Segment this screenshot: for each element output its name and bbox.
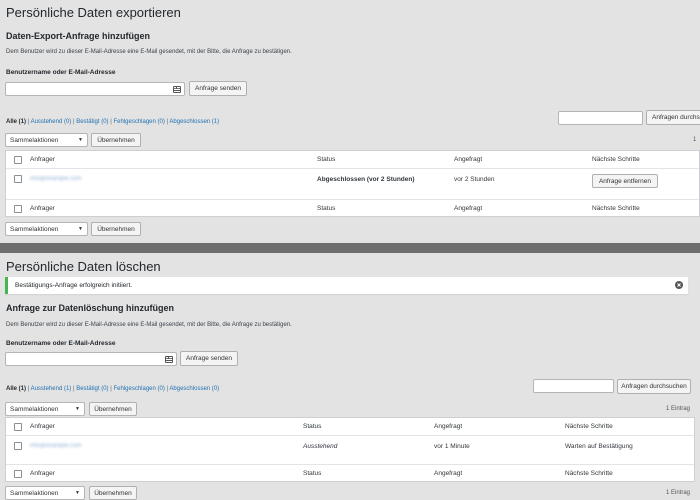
column-requester[interactable]: Anfrager [30,423,55,430]
requested-value: vor 2 Stunden [454,176,495,183]
filter-confirmed[interactable]: Bestätigt (0) [76,386,108,392]
filter-failed[interactable]: Fehlgeschlagen (0) [113,119,164,125]
next-steps-value: Warten auf Bestätigung [565,443,633,450]
requests-table: Anfrager Status Angefragt Nächste Schrit… [5,417,695,482]
contact-picker-icon[interactable] [173,86,181,93]
status-value: Ausstehend [303,443,338,450]
page-title: Persönliche Daten exportieren [6,5,181,20]
filter-pending[interactable]: Ausstehend (1) [31,386,72,392]
column-status: Status [317,156,336,163]
column-requester[interactable]: Anfrager [30,156,55,163]
search-requests-button[interactable]: Anfragen durchsuchen [617,379,691,394]
column-status: Status [303,423,322,430]
select-all-checkbox-footer[interactable] [14,205,22,213]
screenshot-divider [0,243,700,253]
bulk-actions-select-bottom[interactable]: Sammelaktionen ▼ [5,222,88,236]
add-request-description: Dem Benutzer wird zu dieser E-Mail-Adres… [6,322,292,328]
items-count: 1 Eintrag [666,406,691,412]
requests-table: Anfrager Status Angefragt Nächste Schrit… [5,150,700,217]
column-next-steps: Nächste Schritte [565,423,613,430]
filter-pending[interactable]: Ausstehend (0) [31,119,72,125]
chevron-down-icon: ▼ [75,406,80,412]
send-request-button[interactable]: Anfrage senden [189,81,247,96]
select-all-checkbox[interactable] [14,423,22,431]
row-checkbox[interactable] [14,175,22,183]
column-next-steps: Nächste Schritte [592,156,640,163]
column-requested-footer[interactable]: Angefragt [434,470,462,477]
search-input[interactable] [558,111,643,125]
column-next-steps-footer: Nächste Schritte [592,205,640,212]
table-row: info@example.com Abgeschlossen (vor 2 St… [6,169,699,200]
requested-value: vor 1 Minute [434,443,470,450]
chevron-down-icon: ▼ [78,137,83,143]
requester-email[interactable]: info@example.com [30,443,81,449]
table-row: info@example.com Ausstehend vor 1 Minute… [6,436,694,465]
requester-email[interactable]: info@example.com [30,176,81,182]
row-checkbox[interactable] [14,442,22,450]
table-footer-row: Anfrager Status Angefragt Nächste Schrit… [6,200,699,218]
contact-picker-icon[interactable] [165,356,173,363]
filter-all[interactable]: Alle (1) [6,119,26,125]
email-field-label: Benutzername oder E-Mail-Adresse [6,340,116,347]
column-requested[interactable]: Angefragt [434,423,462,430]
add-request-heading: Anfrage zur Datenlöschung hinzufügen [6,303,174,313]
column-requester-footer[interactable]: Anfrager [30,470,55,477]
table-footer-row: Anfrager Status Angefragt Nächste Schrit… [6,465,694,483]
search-requests-button[interactable]: Anfragen durchs [646,110,700,125]
table-header-row: Anfrager Status Angefragt Nächste Schrit… [6,418,694,436]
column-requested[interactable]: Angefragt [454,156,482,163]
column-status-footer: Status [317,205,336,212]
select-all-checkbox-footer[interactable] [14,470,22,478]
apply-button[interactable]: Übernehmen [89,402,137,416]
bulk-actions-select-bottom[interactable]: Sammelaktionen ▼ [5,486,85,500]
email-field[interactable] [5,82,185,96]
column-next-steps-footer: Nächste Schritte [565,470,613,477]
table-header-row: Anfrager Status Angefragt Nächste Schrit… [6,151,699,169]
email-field[interactable] [5,352,177,366]
column-requested-footer[interactable]: Angefragt [454,205,482,212]
status-filters: Alle (1) | Ausstehend (0) | Bestätigt (0… [6,119,220,125]
bulk-actions-select[interactable]: Sammelaktionen ▼ [5,402,85,416]
page-title: Persönliche Daten löschen [6,259,161,274]
items-count-bottom: 1 Eintrag [666,490,691,496]
select-all-checkbox[interactable] [14,156,22,164]
filter-confirmed[interactable]: Bestätigt (0) [76,119,108,125]
add-request-description: Dem Benutzer wird zu dieser E-Mail-Adres… [6,49,292,55]
remove-request-button[interactable]: Anfrage entfernen [592,174,658,188]
add-request-heading: Daten-Export-Anfrage hinzufügen [6,31,150,41]
bulk-actions-select[interactable]: Sammelaktionen ▼ [5,133,88,147]
chevron-down-icon: ▼ [75,490,80,496]
apply-button-bottom[interactable]: Übernehmen [91,222,141,236]
column-status-footer: Status [303,470,322,477]
items-count: 1 [693,137,697,143]
filter-completed[interactable]: Abgeschlossen (1) [169,119,219,125]
filter-completed[interactable]: Abgeschlossen (0) [169,386,219,392]
status-filters: Alle (1) | Ausstehend (1) | Bestätigt (0… [6,386,220,392]
filter-all[interactable]: Alle (1) [6,386,26,392]
search-input[interactable] [533,379,614,393]
dismiss-icon[interactable] [675,281,683,289]
apply-button-bottom[interactable]: Übernehmen [89,486,137,500]
chevron-down-icon: ▼ [78,226,83,232]
status-value: Abgeschlossen (vor 2 Stunden) [317,176,415,183]
success-notice: Bestätigungs-Anfrage erfolgreich initiie… [5,277,688,294]
notice-text: Bestätigungs-Anfrage erfolgreich initiie… [15,282,133,289]
send-request-button[interactable]: Anfrage senden [180,351,238,366]
email-field-label: Benutzername oder E-Mail-Adresse [6,69,116,76]
filter-failed[interactable]: Fehlgeschlagen (0) [113,386,164,392]
export-panel: Persönliche Daten exportieren Daten-Expo… [0,0,700,243]
column-requester-footer[interactable]: Anfrager [30,205,55,212]
apply-button[interactable]: Übernehmen [91,133,141,147]
erase-panel: Persönliche Daten löschen Bestätigungs-A… [0,253,700,500]
